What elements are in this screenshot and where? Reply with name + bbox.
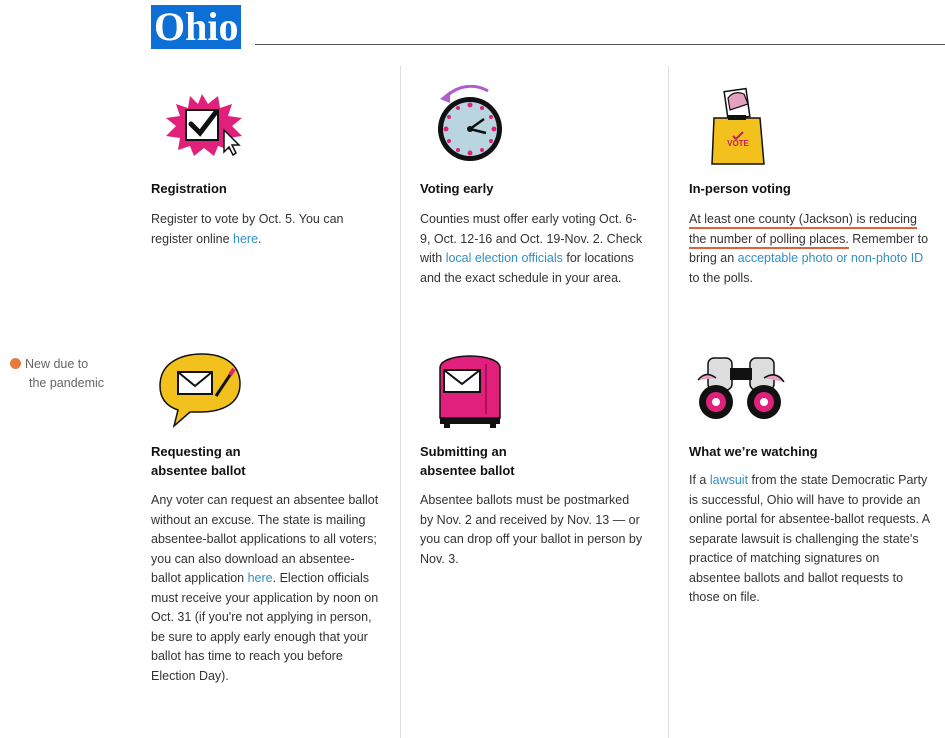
in-person-voting-text: At least one county (Jackson) is reducin… xyxy=(689,212,929,285)
checkmark-starburst-icon xyxy=(158,92,248,158)
clock-icon xyxy=(418,84,514,165)
local-election-officials-link[interactable]: local election officials xyxy=(446,251,563,265)
voting-early-text: Counties must offer early voting Oct. 6-… xyxy=(420,212,643,285)
requesting-absentee-heading: Requesting an absentee ballot xyxy=(151,444,246,478)
page-title: Ohio xyxy=(151,5,242,49)
submitting-absentee-text: Absentee ballots must be postmarked by N… xyxy=(420,493,643,566)
legend-line-2: the pandemic xyxy=(29,376,105,390)
column-divider-2 xyxy=(668,66,669,738)
registration-text: Register to vote by Oct. 5. You can regi… xyxy=(151,212,344,246)
what-were-watching-heading: What we’re watching xyxy=(689,444,818,459)
ballot-box-icon: VOTE xyxy=(708,84,768,168)
binoculars-icon xyxy=(694,350,790,424)
envelope-speech-bubble-icon xyxy=(152,350,244,429)
requesting-absentee-text: Any voter can request an absentee ballot… xyxy=(151,493,379,683)
column-divider-1 xyxy=(400,66,401,738)
what-were-watching-text: If a lawsuit from the state Democratic P… xyxy=(689,473,930,604)
orange-dot-icon xyxy=(10,358,21,369)
legend: New due to the pandemic xyxy=(10,355,135,393)
registration-here-link[interactable]: here xyxy=(233,232,258,246)
acceptable-id-link[interactable]: acceptable photo or non-photo ID xyxy=(738,251,924,265)
registration-heading: Registration xyxy=(151,181,227,196)
voting-early-heading: Voting early xyxy=(420,181,494,196)
mailbox-icon xyxy=(434,344,508,428)
legend-line-1: New due to xyxy=(25,357,89,371)
svg-text:VOTE: VOTE xyxy=(727,139,749,148)
absentee-application-here-link[interactable]: here xyxy=(248,571,273,585)
submitting-absentee-heading: Submitting an absentee ballot xyxy=(420,444,515,478)
lawsuit-link[interactable]: lawsuit xyxy=(710,473,748,487)
title-divider xyxy=(255,44,945,45)
in-person-voting-heading: In-person voting xyxy=(689,181,791,196)
